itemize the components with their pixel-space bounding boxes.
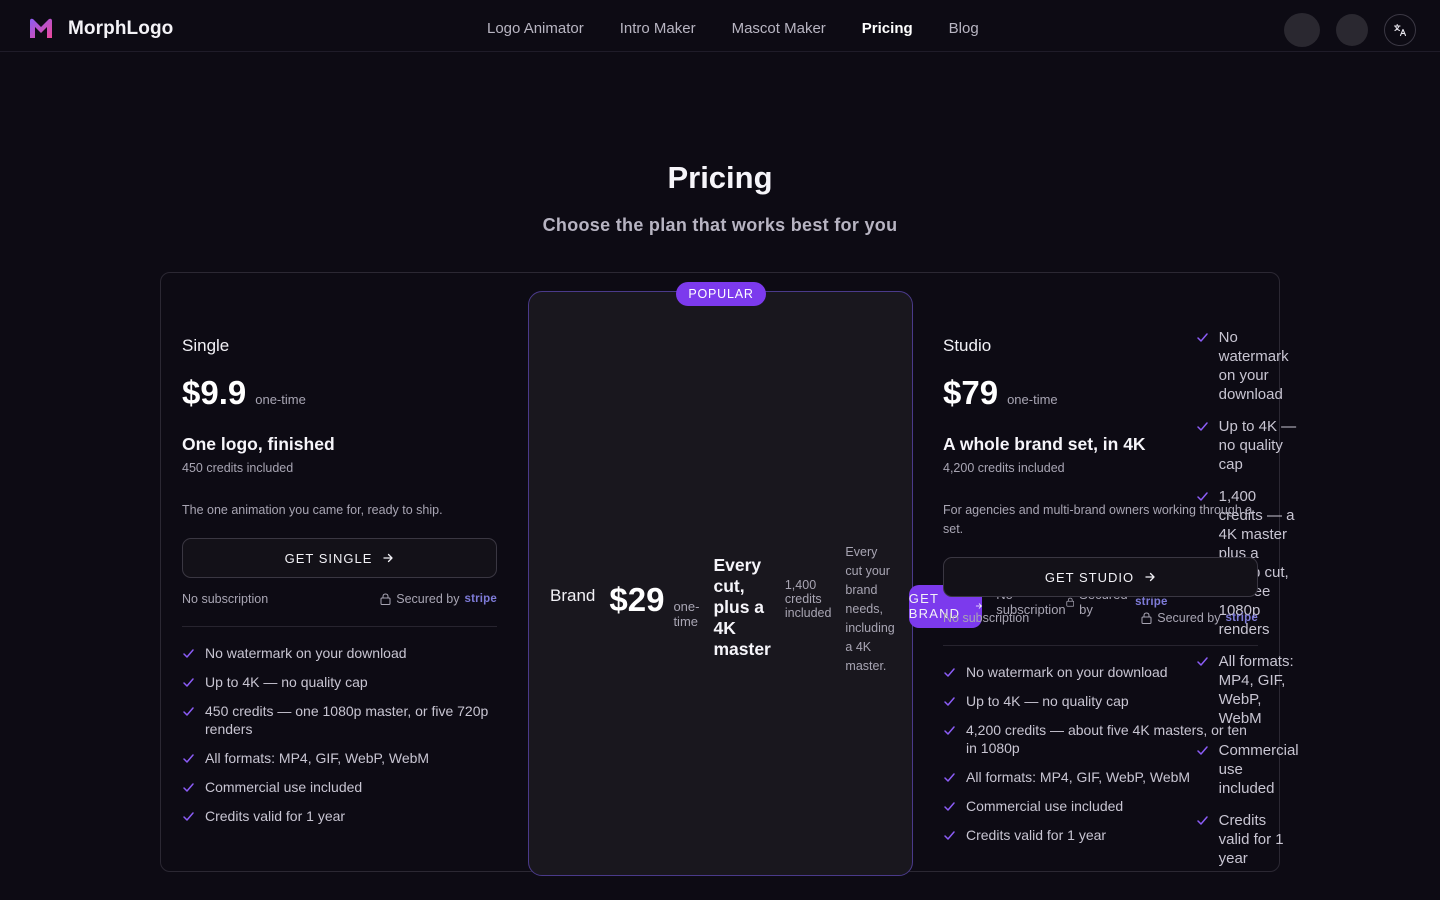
- secure-row: No subscription Secured by stripe: [182, 592, 497, 606]
- plan-name: Single: [182, 336, 230, 355]
- nav-logo-animator[interactable]: Logo Animator: [487, 20, 584, 37]
- cta-label: GET SINGLE: [284, 550, 373, 566]
- price-unit: one-time: [1007, 392, 1058, 407]
- plan-description: For agencies and multi-brand owners work…: [943, 503, 1253, 536]
- feature-text: Up to 4K — no quality cap: [205, 674, 368, 690]
- stripe-logo: stripe: [1225, 612, 1258, 624]
- plan-price: $9.9: [182, 374, 247, 411]
- plan-tagline: Every cut, plus a 4K master: [713, 554, 771, 659]
- check-icon: [183, 812, 194, 821]
- brand-link[interactable]: MorphLogo: [28, 15, 173, 43]
- feature-text: Commercial use included: [205, 779, 363, 795]
- feature-text: Credits valid for 1 year: [966, 827, 1107, 843]
- feature-item: Credits valid for 1 year: [182, 807, 497, 825]
- nav-blog[interactable]: Blog: [949, 20, 979, 37]
- feature-text: All formats: MP4, GIF, WebP, WebM: [966, 769, 1191, 785]
- secured-by-stripe: Secured by stripe: [380, 592, 497, 606]
- plan-price: $79: [943, 374, 999, 411]
- feature-text: 4,200 credits — about five 4K masters, o…: [966, 722, 1247, 756]
- feature-text: 450 credits — one 1080p master, or five …: [205, 703, 489, 737]
- feature-item: All formats: MP4, GIF, WebP, WebM: [943, 768, 1258, 786]
- feature-text: Up to 4K — no quality cap: [966, 693, 1129, 709]
- plan-name: Brand: [550, 586, 596, 605]
- account-icon[interactable]: [1336, 14, 1368, 46]
- price-row: $9.9 one-time: [182, 374, 497, 412]
- check-icon: [944, 773, 955, 782]
- price-unit: one-time: [255, 392, 306, 407]
- feature-item: Up to 4K — no quality cap: [182, 673, 497, 691]
- feature-item: Credits valid for 1 year: [943, 826, 1258, 844]
- check-icon: [183, 707, 194, 716]
- page-title: Pricing: [667, 160, 773, 195]
- main-nav: Logo Animator Intro Maker Mascot Maker P…: [487, 20, 1015, 37]
- nav-pricing[interactable]: Pricing: [862, 20, 913, 37]
- check-icon: [183, 754, 194, 763]
- plan-tagline: One logo, finished: [182, 434, 335, 454]
- check-icon: [183, 783, 194, 792]
- check-icon: [944, 668, 955, 677]
- feature-item: Commercial use included: [943, 797, 1258, 815]
- check-icon: [944, 831, 955, 840]
- user-avatar-icon[interactable]: [1284, 13, 1320, 47]
- morphlogo-logo-icon: [30, 18, 52, 38]
- nav-intro-maker[interactable]: Intro Maker: [620, 20, 696, 37]
- price-unit: one-time: [673, 599, 700, 629]
- cta-label: GET STUDIO: [1044, 569, 1135, 585]
- feature-item: All formats: MP4, GIF, WebP, WebM: [182, 749, 497, 767]
- translate-glyph-icon: [1393, 23, 1407, 37]
- lock-icon: [1141, 612, 1152, 624]
- plan-card-brand: POPULAR Brand $29 one-time Every cut, pl…: [528, 282, 1299, 876]
- feature-item: No watermark on your download: [943, 663, 1258, 681]
- feature-item: 4,200 credits — about five 4K masters, o…: [943, 721, 1258, 757]
- plan-tagline: A whole brand set, in 4K: [943, 434, 1146, 454]
- plan-price: $29: [609, 581, 665, 618]
- feature-list: No watermark on your download Up to 4K —…: [182, 644, 497, 825]
- secured-by-stripe: Secured by stripe: [1141, 611, 1258, 625]
- feature-text: All formats: MP4, GIF, WebP, WebM: [205, 750, 430, 766]
- arrow-right-icon: [383, 553, 394, 563]
- plan-credits: 1,400 credits included: [784, 578, 832, 620]
- feature-item: Commercial use included: [182, 778, 497, 796]
- no-subscription-note: No subscription: [182, 592, 269, 606]
- nav-mascot-maker[interactable]: Mascot Maker: [732, 20, 826, 37]
- feature-item: 450 credits — one 1080p master, or five …: [182, 702, 497, 738]
- stripe-logo: stripe: [464, 593, 497, 605]
- price-row: $79 one-time: [943, 374, 1258, 412]
- plan-card-studio: Studio $79 one-time A whole brand set, i…: [943, 336, 1258, 855]
- top-navbar: MorphLogo Logo Animator Intro Maker Masc…: [0, 0, 1440, 52]
- lock-icon: [380, 593, 391, 605]
- no-subscription-note: No subscription: [943, 611, 1030, 625]
- check-icon: [944, 726, 955, 735]
- check-icon: [183, 649, 194, 658]
- secured-by-label: Secured by: [1157, 611, 1221, 625]
- price-row: $29 one-time: [609, 581, 699, 629]
- brand-name: MorphLogo: [68, 18, 174, 39]
- popular-badge: POPULAR: [676, 282, 766, 306]
- feature-item: No watermark on your download: [182, 644, 497, 662]
- divider: [182, 626, 497, 627]
- check-icon: [183, 678, 194, 687]
- feature-text: No watermark on your download: [966, 664, 1168, 680]
- get-studio-button[interactable]: GET STUDIO: [943, 557, 1258, 597]
- secure-row: No subscription Secured by stripe: [943, 611, 1258, 625]
- plan-card-single: Single $9.9 one-time One logo, finished …: [182, 336, 497, 836]
- feature-text: Commercial use included: [966, 798, 1124, 814]
- plan-credits: 450 credits included: [182, 461, 294, 475]
- plan-description: The one animation you came for, ready to…: [182, 503, 443, 517]
- check-icon: [944, 802, 955, 811]
- plan-credits: 4,200 credits included: [943, 461, 1065, 475]
- plan-description: Every cut your brand needs, including a …: [845, 544, 895, 673]
- feature-list: No watermark on your download Up to 4K —…: [943, 663, 1258, 844]
- feature-text: No watermark on your download: [205, 645, 407, 661]
- translate-icon[interactable]: [1384, 14, 1416, 46]
- feature-item: Up to 4K — no quality cap: [943, 692, 1258, 710]
- feature-text: Credits valid for 1 year: [205, 808, 346, 824]
- page-subtitle: Choose the plan that works best for you: [542, 215, 898, 235]
- arrow-right-icon: [1145, 572, 1155, 582]
- plan-name: Studio: [943, 336, 992, 355]
- get-single-button[interactable]: GET SINGLE: [182, 538, 497, 578]
- divider: [943, 645, 1258, 646]
- secured-by-label: Secured by: [396, 592, 460, 606]
- check-icon: [944, 697, 955, 706]
